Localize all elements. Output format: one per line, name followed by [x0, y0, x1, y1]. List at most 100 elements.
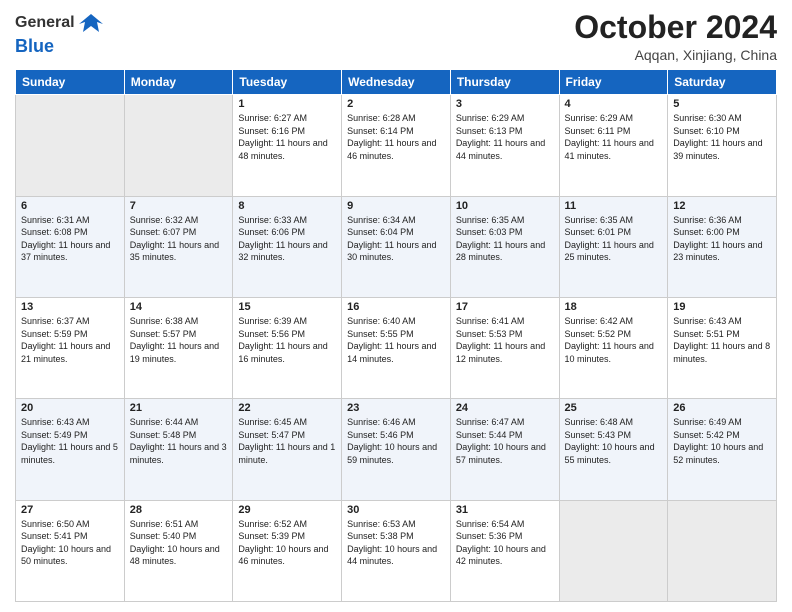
- table-row: [559, 500, 668, 601]
- table-row: 7Sunrise: 6:32 AM Sunset: 6:07 PM Daylig…: [124, 196, 233, 297]
- day-number: 29: [238, 504, 336, 516]
- day-number: 8: [238, 200, 336, 212]
- table-row: 15 Sunrise: 6:39 AM Sunset: 5:56 PM Dayli…: [233, 297, 342, 398]
- day-number: 22: [238, 402, 336, 414]
- calendar-week-row: 6 Sunrise: 6:31 AM Sunset: 6:08 PM Daylig…: [16, 196, 777, 297]
- day-info: Sunrise: 6:54 AM Sunset: 5:36 PM Dayligh…: [456, 518, 554, 568]
- day-info: Sunrise: 6:52 AM Sunset: 5:39 PM Dayligh…: [238, 518, 336, 568]
- day-info: Sunrise: 6:34 AM Sunset: 6:04 PM Dayligh…: [347, 214, 445, 264]
- calendar-week-row: 13Sunrise: 6:37 AM Sunset: 5:59 PM Dayli…: [16, 297, 777, 398]
- day-number: 18: [565, 301, 663, 313]
- day-number: 15: [238, 301, 336, 313]
- day-info: Sunrise: 6:44 AM Sunset: 5:48 PM Dayligh…: [130, 416, 228, 466]
- day-info: Sunrise: 6:30 AM Sunset: 6:10 PM Dayligh…: [673, 112, 771, 162]
- table-row: 26 Sunrise: 6:49 AM Sunset: 5:42 PM Dayli…: [668, 399, 777, 500]
- table-row: 18 Sunrise: 6:42 AM Sunset: 5:52 PM Dayli…: [559, 297, 668, 398]
- table-row: 24 Sunrise: 6:47 AM Sunset: 5:44 PM Dayli…: [450, 399, 559, 500]
- day-info: Sunrise: 6:43 AM Sunset: 5:49 PM Dayligh…: [21, 416, 119, 466]
- day-info: Sunrise: 6:50 AM Sunset: 5:41 PM Dayligh…: [21, 518, 119, 568]
- day-number: 24: [456, 402, 554, 414]
- calendar-week-row: 20 Sunrise: 6:43 AM Sunset: 5:49 PM Dayli…: [16, 399, 777, 500]
- logo-bird-icon: [77, 10, 105, 36]
- day-info: Sunrise: 6:37 AM Sunset: 5:59 PM Dayligh…: [21, 315, 119, 365]
- table-row: 22 Sunrise: 6:45 AM Sunset: 5:47 PM Dayli…: [233, 399, 342, 500]
- table-row: 17Sunrise: 6:41 AM Sunset: 5:53 PM Dayli…: [450, 297, 559, 398]
- table-row: 8 Sunrise: 6:33 AM Sunset: 6:06 PM Daylig…: [233, 196, 342, 297]
- day-number: 6: [21, 200, 119, 212]
- table-row: 23 Sunrise: 6:46 AM Sunset: 5:46 PM Dayli…: [342, 399, 451, 500]
- month-title: October 2024: [574, 10, 777, 45]
- logo-blue-text: Blue: [15, 36, 105, 57]
- day-info: Sunrise: 6:35 AM Sunset: 6:01 PM Dayligh…: [565, 214, 663, 264]
- table-row: 9 Sunrise: 6:34 AM Sunset: 6:04 PM Daylig…: [342, 196, 451, 297]
- col-monday: Monday: [124, 70, 233, 95]
- day-number: 11: [565, 200, 663, 212]
- day-number: 19: [673, 301, 771, 313]
- table-row: 21Sunrise: 6:44 AM Sunset: 5:48 PM Dayli…: [124, 399, 233, 500]
- day-info: Sunrise: 6:31 AM Sunset: 6:08 PM Dayligh…: [21, 214, 119, 264]
- day-number: 28: [130, 504, 228, 516]
- table-row: [124, 95, 233, 196]
- day-number: 16: [347, 301, 445, 313]
- table-row: 13Sunrise: 6:37 AM Sunset: 5:59 PM Dayli…: [16, 297, 125, 398]
- col-saturday: Saturday: [668, 70, 777, 95]
- table-row: 12 Sunrise: 6:36 AM Sunset: 6:00 PM Dayli…: [668, 196, 777, 297]
- table-row: 5 Sunrise: 6:30 AM Sunset: 6:10 PM Daylig…: [668, 95, 777, 196]
- day-info: Sunrise: 6:29 AM Sunset: 6:11 PM Dayligh…: [565, 112, 663, 162]
- table-row: [668, 500, 777, 601]
- day-info: Sunrise: 6:53 AM Sunset: 5:38 PM Dayligh…: [347, 518, 445, 568]
- day-number: 20: [21, 402, 119, 414]
- day-info: Sunrise: 6:39 AM Sunset: 5:56 PM Dayligh…: [238, 315, 336, 365]
- day-info: Sunrise: 6:29 AM Sunset: 6:13 PM Dayligh…: [456, 112, 554, 162]
- day-info: Sunrise: 6:45 AM Sunset: 5:47 PM Dayligh…: [238, 416, 336, 466]
- table-row: 19 Sunrise: 6:43 AM Sunset: 5:51 PM Dayli…: [668, 297, 777, 398]
- day-number: 7: [130, 200, 228, 212]
- logo: General Blue: [15, 10, 105, 57]
- day-info: Sunrise: 6:46 AM Sunset: 5:46 PM Dayligh…: [347, 416, 445, 466]
- calendar-week-row: 27 Sunrise: 6:50 AM Sunset: 5:41 PM Dayli…: [16, 500, 777, 601]
- day-number: 12: [673, 200, 771, 212]
- table-row: 25Sunrise: 6:48 AM Sunset: 5:43 PM Dayli…: [559, 399, 668, 500]
- table-row: [16, 95, 125, 196]
- calendar-table: Sunday Monday Tuesday Wednesday Thursday…: [15, 69, 777, 602]
- header: General Blue October 2024 Aqqan, Xinjian…: [15, 10, 777, 63]
- day-info: Sunrise: 6:38 AM Sunset: 5:57 PM Dayligh…: [130, 315, 228, 365]
- page: General Blue October 2024 Aqqan, Xinjian…: [0, 0, 792, 612]
- day-info: Sunrise: 6:43 AM Sunset: 5:51 PM Dayligh…: [673, 315, 771, 365]
- day-number: 25: [565, 402, 663, 414]
- day-number: 31: [456, 504, 554, 516]
- table-row: 6 Sunrise: 6:31 AM Sunset: 6:08 PM Daylig…: [16, 196, 125, 297]
- day-info: Sunrise: 6:40 AM Sunset: 5:55 PM Dayligh…: [347, 315, 445, 365]
- table-row: 28 Sunrise: 6:51 AM Sunset: 5:40 PM Dayli…: [124, 500, 233, 601]
- col-tuesday: Tuesday: [233, 70, 342, 95]
- day-number: 27: [21, 504, 119, 516]
- day-number: 10: [456, 200, 554, 212]
- table-row: 20 Sunrise: 6:43 AM Sunset: 5:49 PM Dayli…: [16, 399, 125, 500]
- day-number: 3: [456, 98, 554, 110]
- day-info: Sunrise: 6:49 AM Sunset: 5:42 PM Dayligh…: [673, 416, 771, 466]
- day-info: Sunrise: 6:33 AM Sunset: 6:06 PM Dayligh…: [238, 214, 336, 264]
- day-number: 5: [673, 98, 771, 110]
- table-row: 29 Sunrise: 6:52 AM Sunset: 5:39 PM Dayli…: [233, 500, 342, 601]
- table-row: 4Sunrise: 6:29 AM Sunset: 6:11 PM Daylig…: [559, 95, 668, 196]
- logo-general-text: General: [15, 14, 75, 32]
- table-row: 10Sunrise: 6:35 AM Sunset: 6:03 PM Dayli…: [450, 196, 559, 297]
- day-info: Sunrise: 6:41 AM Sunset: 5:53 PM Dayligh…: [456, 315, 554, 365]
- col-wednesday: Wednesday: [342, 70, 451, 95]
- col-sunday: Sunday: [16, 70, 125, 95]
- day-info: Sunrise: 6:47 AM Sunset: 5:44 PM Dayligh…: [456, 416, 554, 466]
- title-section: October 2024 Aqqan, Xinjiang, China: [574, 10, 777, 63]
- day-info: Sunrise: 6:36 AM Sunset: 6:00 PM Dayligh…: [673, 214, 771, 264]
- calendar-week-row: 1Sunrise: 6:27 AM Sunset: 6:16 PM Daylig…: [16, 95, 777, 196]
- day-info: Sunrise: 6:27 AM Sunset: 6:16 PM Dayligh…: [238, 112, 336, 162]
- day-number: 26: [673, 402, 771, 414]
- table-row: 27 Sunrise: 6:50 AM Sunset: 5:41 PM Dayli…: [16, 500, 125, 601]
- table-row: 14 Sunrise: 6:38 AM Sunset: 5:57 PM Dayli…: [124, 297, 233, 398]
- day-info: Sunrise: 6:42 AM Sunset: 5:52 PM Dayligh…: [565, 315, 663, 365]
- day-number: 9: [347, 200, 445, 212]
- day-info: Sunrise: 6:51 AM Sunset: 5:40 PM Dayligh…: [130, 518, 228, 568]
- table-row: 1Sunrise: 6:27 AM Sunset: 6:16 PM Daylig…: [233, 95, 342, 196]
- day-number: 23: [347, 402, 445, 414]
- day-number: 14: [130, 301, 228, 313]
- day-info: Sunrise: 6:28 AM Sunset: 6:14 PM Dayligh…: [347, 112, 445, 162]
